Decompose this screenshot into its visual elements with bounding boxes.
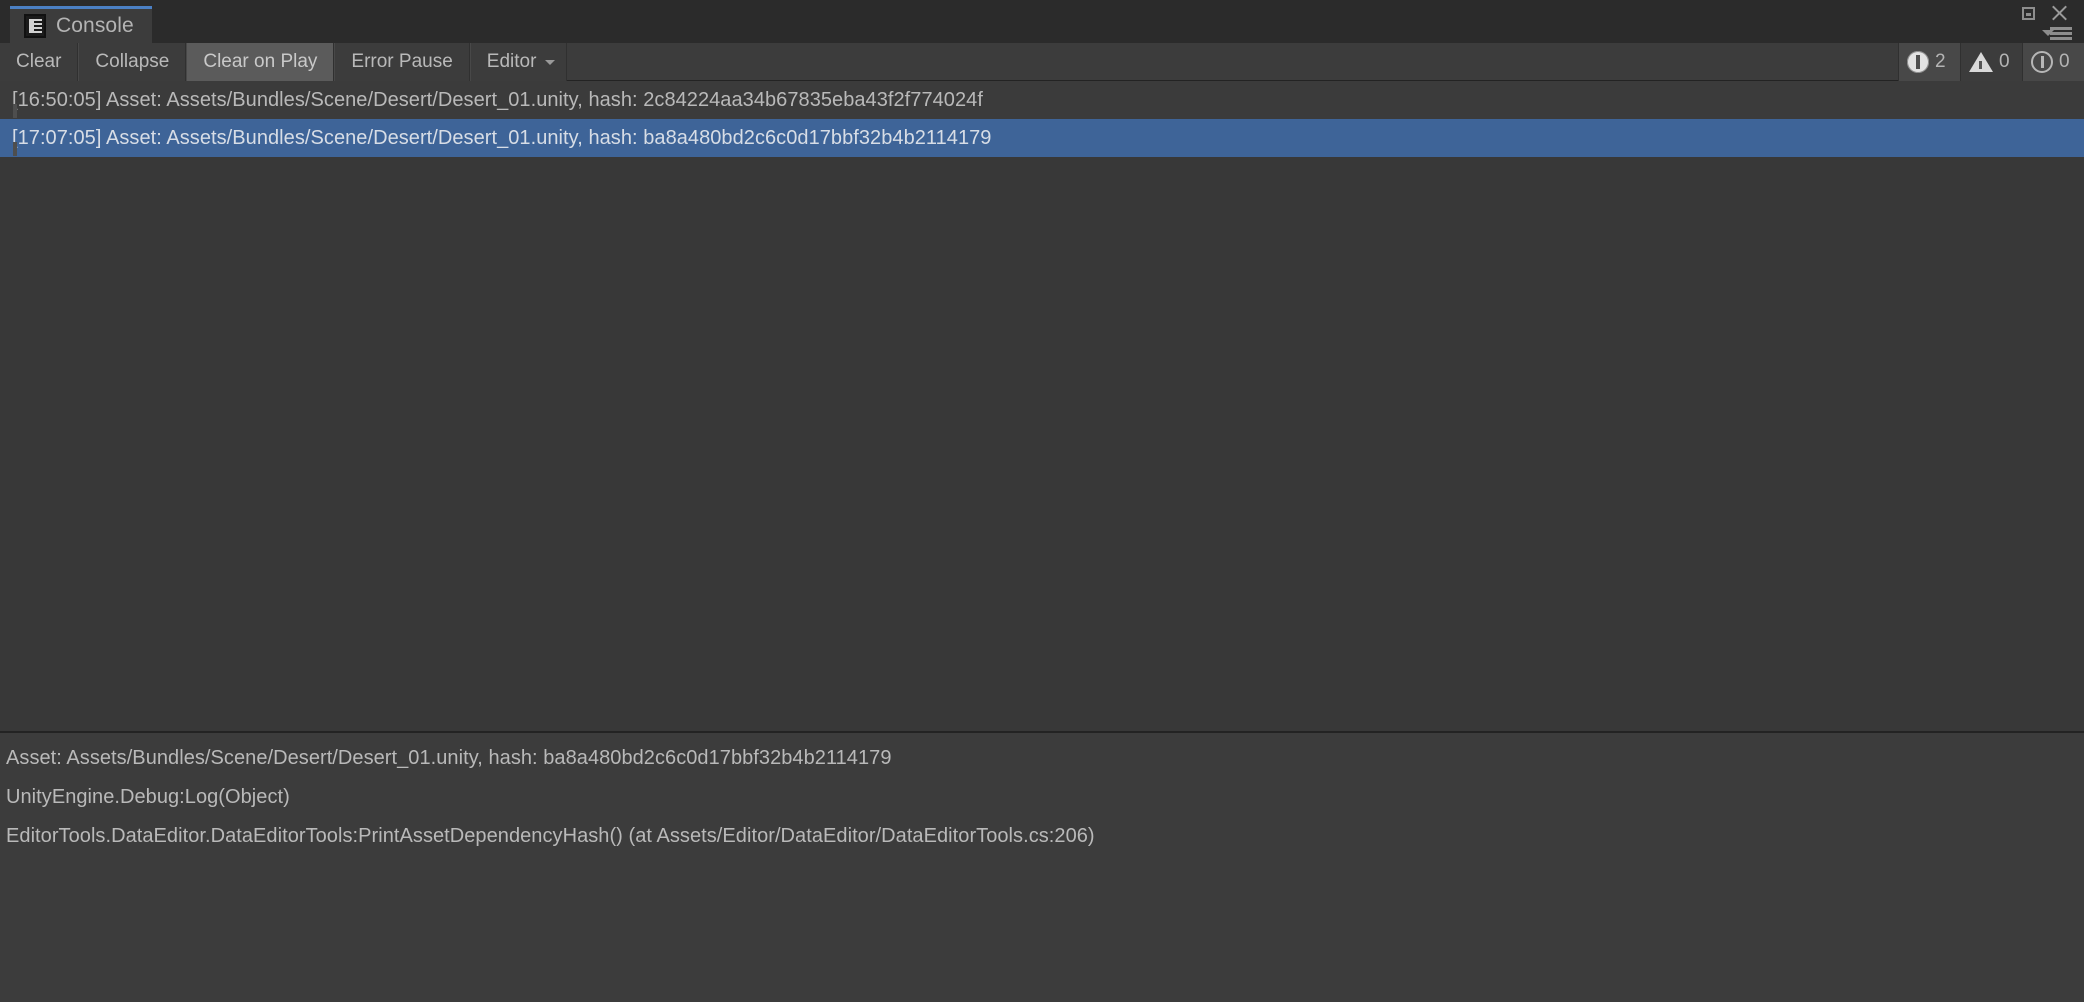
tab-bar: Console <box>0 0 2084 43</box>
menu-bar-1 <box>2050 27 2072 30</box>
chevron-down-icon <box>545 60 556 65</box>
info-count: 0 <box>2059 51 2070 72</box>
editor-dropdown-button[interactable]: Editor <box>469 43 568 81</box>
bottom-bar <box>0 998 2084 1002</box>
console-window: Console Clear Collapse Clear on Play Err… <box>0 0 2084 1002</box>
error-icon <box>1907 51 1929 73</box>
detail-line-stack-1: UnityEngine.Debug:Log(Object) <box>6 786 290 808</box>
log-row[interactable]: [16:50:05] Asset: Assets/Bundles/Scene/D… <box>0 81 2084 119</box>
log-row[interactable]: [17:07:05] Asset: Assets/Bundles/Scene/D… <box>0 119 2084 157</box>
log-row-text: [17:07:05] Asset: Assets/Bundles/Scene/D… <box>12 126 992 149</box>
tab-console-label: Console <box>56 14 134 37</box>
window-controls <box>2006 2 2078 42</box>
warning-icon <box>1969 52 1993 72</box>
log-detail-panel[interactable]: Asset: Assets/Bundles/Scene/Desert/Deser… <box>0 733 2084 1002</box>
info-counter[interactable]: 0 <box>2022 43 2084 81</box>
detail-line-message: Asset: Assets/Bundles/Scene/Desert/Deser… <box>6 747 892 769</box>
console-icon <box>24 14 46 38</box>
log-counters: 2 0 0 <box>1898 43 2084 81</box>
clear-button[interactable]: Clear <box>0 43 79 81</box>
log-list[interactable]: [16:50:05] Asset: Assets/Bundles/Scene/D… <box>0 81 2084 731</box>
close-icon[interactable] <box>2050 4 2068 22</box>
tab-console[interactable]: Console <box>10 6 152 43</box>
clear-on-play-button[interactable]: Clear on Play <box>186 43 335 81</box>
log-row-text: [16:50:05] Asset: Assets/Bundles/Scene/D… <box>12 88 983 111</box>
info-icon <box>2031 51 2053 73</box>
console-toolbar: Clear Collapse Clear on Play Error Pause… <box>0 43 2084 81</box>
error-counter[interactable]: 2 <box>1898 43 1960 81</box>
maximize-icon[interactable] <box>2022 7 2035 20</box>
error-pause-button[interactable]: Error Pause <box>334 43 470 81</box>
warning-counter[interactable]: 0 <box>1960 43 2022 81</box>
hamburger-menu-icon[interactable] <box>2042 26 2072 40</box>
toolbar-spacer <box>567 43 1898 80</box>
warning-count: 0 <box>1999 51 2010 72</box>
menu-bar-2 <box>2050 32 2072 35</box>
collapse-button[interactable]: Collapse <box>78 43 187 81</box>
editor-dropdown-label: Editor <box>486 51 537 72</box>
error-count: 2 <box>1935 51 1946 72</box>
menu-bar-3 <box>2050 37 2072 40</box>
detail-line-stack-2: EditorTools.DataEditor.DataEditorTools:P… <box>6 825 1095 847</box>
